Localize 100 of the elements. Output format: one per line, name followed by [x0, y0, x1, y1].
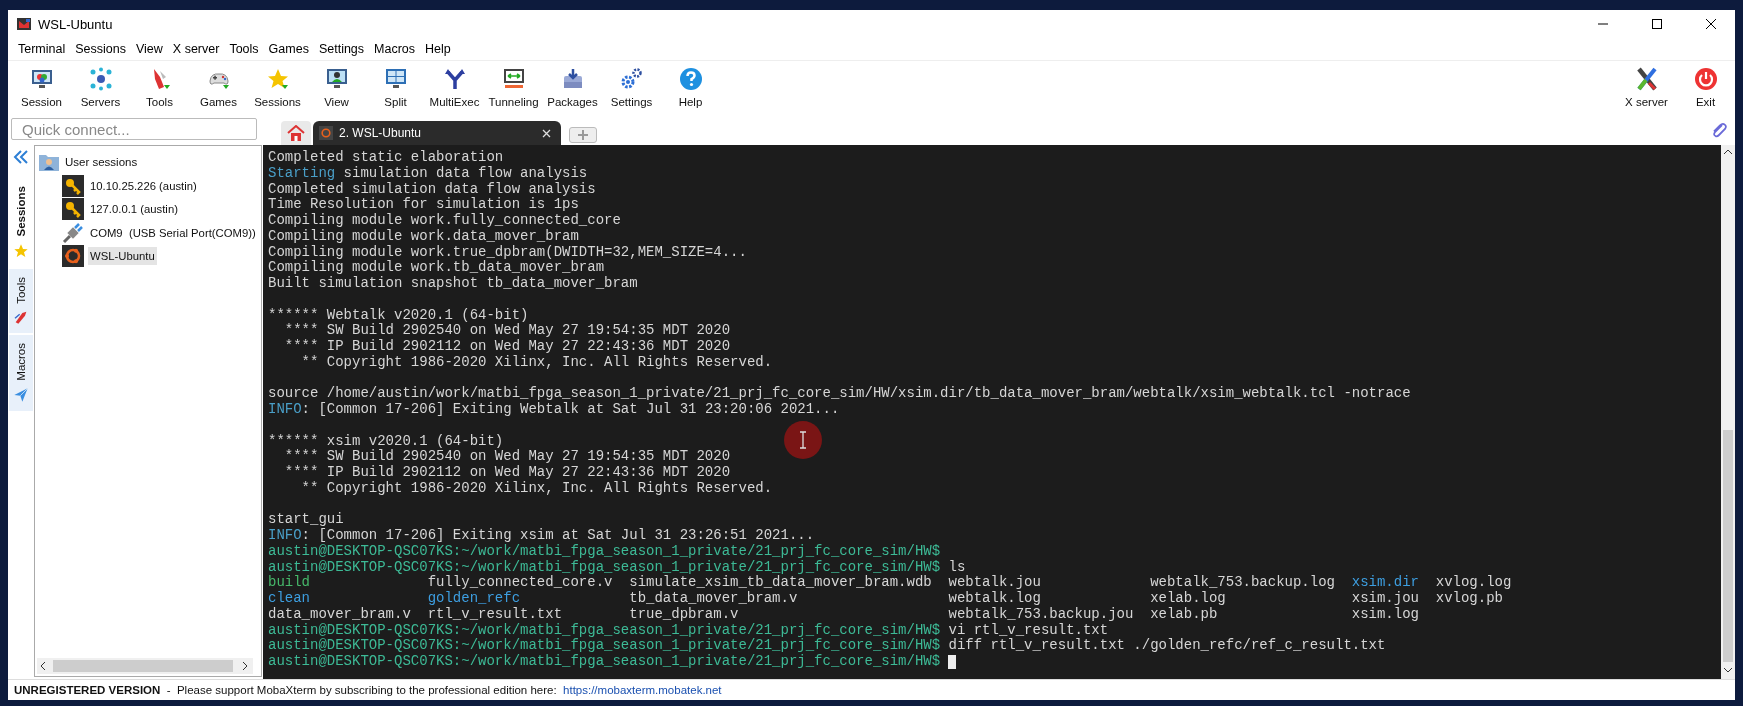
menu-item[interactable]: Settings: [313, 42, 370, 56]
terminal-text: Time Resolution for simulation is 1ps: [268, 197, 579, 213]
horizontal-scrollbar[interactable]: [37, 658, 253, 674]
file-name: simulate_xsim_tb_data_mover_bram.wdb: [629, 575, 933, 591]
click-highlight-icon: [783, 420, 823, 460]
terminal-tab[interactable]: 2. WSL-Ubuntu: [313, 121, 561, 145]
file-name: rtl_v_result.txt: [427, 606, 564, 623]
file-name: true_dpbram.v: [629, 606, 740, 623]
terminal-text: INFO: [268, 402, 302, 418]
terminal-text: Completed static elaboration: [268, 150, 504, 166]
ubuntu-icon: [319, 126, 333, 140]
terminal-text: ** Copyright 1986-2020 Xilinx, Inc. All Rights Reserved.: [300, 354, 773, 371]
plus-icon: [577, 129, 589, 141]
new-tab-button[interactable]: [569, 127, 597, 143]
file-name: xelab.log: [1150, 591, 1227, 607]
menu-item[interactable]: Games: [263, 42, 314, 56]
menu-item[interactable]: Terminal: [13, 42, 71, 56]
power-icon: [1693, 66, 1718, 91]
file-name: xsim.log: [1351, 606, 1420, 623]
knife-icon: [13, 309, 29, 326]
app-icon: [16, 16, 32, 32]
plug-icon: [62, 221, 84, 244]
text-cursor: [948, 654, 957, 669]
toolbar-button[interactable]: Games: [189, 62, 248, 112]
menu-item[interactable]: Tools: [224, 42, 264, 56]
file-name: webtalk_753.backup.jou: [948, 606, 1135, 623]
terminal-text: ****** xsim v2020.1 (64-bit): [268, 433, 504, 449]
menu-item[interactable]: Macros: [369, 42, 421, 56]
home-tab[interactable]: [281, 121, 311, 145]
close-icon: [1705, 18, 1717, 30]
window-title: WSL-Ubuntu: [38, 16, 114, 32]
file-name: webtalk.jou: [948, 575, 1042, 591]
terminal-text: Completed simulation data flow analysis: [268, 181, 596, 197]
quick-connect-field[interactable]: Quick connect...: [11, 118, 257, 140]
window-grid-icon: [383, 66, 408, 91]
file-name: xelab.pb: [1150, 606, 1219, 623]
toolbar-button[interactable]: Tools: [130, 62, 189, 112]
monitor-person-icon: [324, 66, 349, 91]
monitor-arrows-icon: [501, 66, 526, 91]
session-item[interactable]: 10.10.25.226 (austin): [88, 176, 199, 195]
terminal-text: austin@DESKTOP-QSC07KS:~/work/matbi_fpga_season_1_private/21_prj_fc_core_sim/HW$: [268, 559, 941, 575]
sidebar-tab[interactable]: Tools: [9, 268, 33, 334]
session-item[interactable]: 127.0.0.1 (austin): [88, 200, 180, 219]
close-icon[interactable]: [542, 128, 551, 138]
terminal-text: : [Common 17-206] Exiting xsim at Sat Jul 31 23:26:51 2021...: [301, 528, 815, 544]
terminal-text: : [Common 17-206] Exiting Webtalk at Sat Jul 31 23:20:06 2021...: [301, 402, 840, 418]
menu-item[interactable]: X server: [167, 42, 225, 56]
terminal-text: austin@DESKTOP-QSC07KS:~/work/matbi_fpga_season_1_private/21_prj_fc_core_sim/HW$: [268, 638, 941, 654]
file-name: xsim.jou: [1351, 591, 1420, 607]
terminal-text: austin@DESKTOP-QSC07KS:~/work/matbi_fpga_season_1_private/21_prj_fc_core_sim/HW$: [268, 654, 941, 670]
tree-item[interactable]: User sessions: [65, 156, 138, 168]
session-item[interactable]: WSL-Ubuntu: [88, 247, 157, 266]
link[interactable]: https://mobaxterm.mobatek.net: [563, 684, 722, 696]
session-item[interactable]: COM9 (USB Serial Port(COM9)): [88, 223, 258, 242]
terminal-text: ** Copyright 1986-2020 Xilinx, Inc. All Rights Reserved.: [300, 480, 773, 497]
file-name: xvlog.log: [1435, 575, 1513, 591]
paper-plane-icon: [13, 387, 29, 404]
toolbar-button[interactable]: Servers: [71, 62, 130, 112]
x-icon: [1634, 66, 1659, 91]
toolbar-button[interactable]: View: [307, 62, 366, 112]
terminal-text: ****** Webtalk v2020.1 (64-bit): [268, 307, 529, 323]
menu-item[interactable]: Sessions: [70, 42, 131, 56]
paperclip-icon[interactable]: [1711, 121, 1727, 139]
file-name: xsim.dir: [1351, 575, 1420, 591]
star-icon: [13, 242, 29, 259]
terminal-text: Starting: [268, 165, 336, 182]
toolbar-button[interactable]: MultiExec: [425, 62, 484, 112]
file-name: fully_connected_core.v: [427, 575, 614, 591]
file-name: webtalk_753.backup.log: [1150, 575, 1336, 591]
terminal-text: vi rtl_v_result.txt: [947, 622, 1109, 638]
terminal-text: Compiling module work.tb_data_mover_bram: [268, 260, 605, 276]
sidebar-tab[interactable]: Macros: [9, 335, 33, 412]
terminal-text: Compiling module work.true_dpbram(DWIDTH=32,MEM_SIZE=4...: [268, 244, 747, 260]
toolbar-button[interactable]: Settings: [602, 62, 661, 112]
toolbar-button[interactable]: Split: [366, 62, 425, 112]
terminal-text: Compiling module work.fully_connected_core: [268, 213, 621, 229]
terminal-text: start_gui: [268, 512, 344, 528]
terminal-text: Built simulation snapshot tb_data_mover_bram: [268, 276, 638, 292]
menu-item[interactable]: View: [131, 42, 168, 56]
terminal-text: Compiling module work.data_mover_bram: [268, 228, 579, 245]
menu-item[interactable]: Help: [420, 42, 456, 56]
toolbar-button[interactable]: Tunneling: [484, 62, 543, 112]
toolbar-button[interactable]: Packages: [543, 62, 602, 112]
network-icon: [88, 66, 113, 91]
status-message: UNREGISTERED VERSION - Please support MobaXterm by subscribing to the professional edition here: https://mobaxterm.mobatek.net: [8, 679, 1735, 700]
toolbar-button[interactable]: X server: [1617, 62, 1676, 112]
terminal-text: diff rtl_v_result.txt ./golden_refc/ref_c_result.txt: [947, 638, 1386, 654]
toolbar-button[interactable]: Help: [661, 62, 720, 112]
toolbar-button[interactable]: Sessions: [248, 62, 307, 112]
terminal[interactable]: [263, 145, 1721, 679]
file-name: data_mover_bram.v: [268, 606, 412, 623]
toolbar-button[interactable]: Session: [12, 62, 71, 112]
terminal-text: INFO: [268, 528, 302, 544]
file-name: golden_refc: [427, 591, 522, 607]
maximize-icon: [1651, 18, 1663, 30]
key-icon: [62, 198, 84, 221]
key-icon: [62, 174, 84, 197]
help-icon: [678, 66, 703, 91]
toolbar-button[interactable]: Exit: [1676, 62, 1735, 112]
file-name: webtalk.log: [948, 591, 1042, 607]
